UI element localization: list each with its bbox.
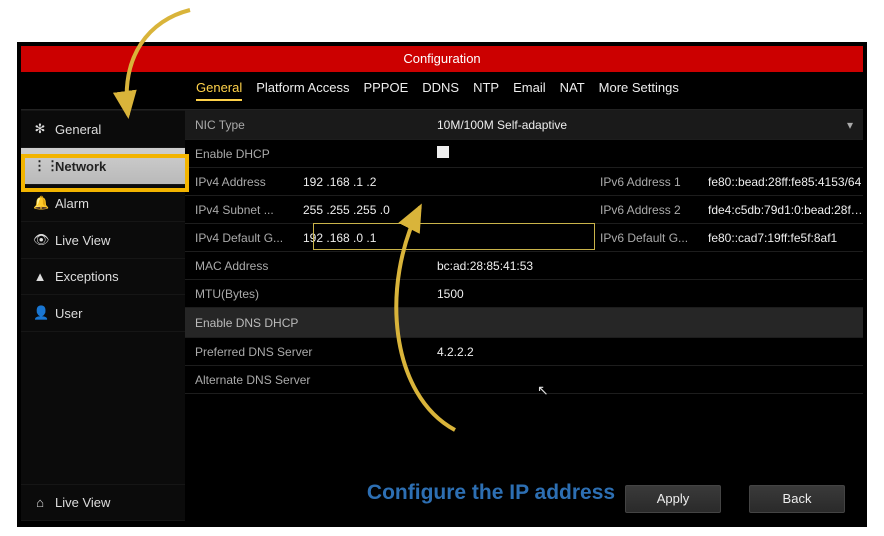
tab-ntp[interactable]: NTP (473, 80, 499, 101)
tab-general[interactable]: General (196, 80, 242, 101)
row-ipv4-address: IPv4 Address 192 .168 .1 .2 IPv6 Address… (185, 168, 863, 196)
nic-type-value[interactable]: 10M/100M Self-adaptive (431, 118, 847, 132)
tab-more-settings[interactable]: More Settings (599, 80, 679, 101)
ipv4-address-input[interactable]: 192 .168 .1 .2 (297, 175, 429, 189)
ipv4-subnet-input[interactable]: 255 .255 .255 .0 (297, 203, 429, 217)
ipv6-address2-label: IPv6 Address 2 (590, 203, 702, 217)
ipv6-address1-value: fe80::bead:28ff:fe85:4153/64 (702, 175, 863, 189)
sidebar-item-general[interactable]: ✻ General (21, 110, 185, 148)
sidebar-item-label: Live View (55, 233, 110, 248)
tab-platform-access[interactable]: Platform Access (256, 80, 349, 101)
sidebar-item-label: User (55, 306, 82, 321)
ipv6-address1-label: IPv6 Address 1 (590, 175, 702, 189)
sidebar-item-label: Network (55, 159, 106, 174)
tab-ddns[interactable]: DDNS (422, 80, 459, 101)
chevron-down-icon[interactable]: ▾ (847, 118, 863, 132)
sidebar-item-label: Alarm (55, 196, 89, 211)
enable-dns-dhcp-label: Enable DNS DHCP (185, 316, 431, 330)
window-title: Configuration (21, 46, 863, 72)
ipv4-gateway-input[interactable]: 192 .168 .0 .1 (297, 231, 429, 245)
row-mtu: MTU(Bytes) 1500 (185, 280, 863, 308)
mtu-label: MTU(Bytes) (185, 287, 431, 301)
sidebar-item-user[interactable]: 👤 User (21, 295, 185, 332)
bell-icon: 🔔 (33, 195, 47, 211)
row-ipv4-subnet: IPv4 Subnet ... 255 .255 .255 .0 IPv6 Ad… (185, 196, 863, 224)
gear-icon: ✻ (33, 121, 47, 137)
row-enable-dhcp: Enable DHCP (185, 140, 863, 168)
tab-pppoe[interactable]: PPPOE (363, 80, 408, 101)
sidebar-item-alarm[interactable]: 🔔 Alarm (21, 185, 185, 222)
ipv4-address-label: IPv4 Address (185, 175, 297, 189)
row-mac: MAC Address bc:ad:28:85:41:53 (185, 252, 863, 280)
preferred-dns-label: Preferred DNS Server (185, 345, 431, 359)
network-icon: ⋮⋮ (33, 158, 47, 174)
row-preferred-dns: Preferred DNS Server 4.2.2.2 (185, 338, 863, 366)
tab-email[interactable]: Email (513, 80, 546, 101)
nic-type-label: NIC Type (185, 118, 431, 132)
sidebar-item-live-view[interactable]: 👁 Live View (21, 222, 185, 259)
ipv6-gateway-label: IPv6 Default G... (590, 231, 702, 245)
enable-dhcp-checkbox[interactable] (437, 146, 449, 158)
apply-button[interactable]: Apply (625, 485, 721, 513)
row-ipv4-gateway: IPv4 Default G... 192 .168 .0 .1 IPv6 De… (185, 224, 863, 252)
preferred-dns-input[interactable]: 4.2.2.2 (431, 345, 863, 359)
sidebar: ✻ General ⋮⋮ Network 🔔 Alarm 👁 Live View… (21, 110, 185, 521)
back-button[interactable]: Back (749, 485, 845, 513)
mtu-input[interactable]: 1500 (431, 287, 863, 301)
user-icon: 👤 (33, 305, 47, 321)
sidebar-item-exceptions[interactable]: ▲ Exceptions (21, 259, 185, 295)
mac-value: bc:ad:28:85:41:53 (431, 259, 863, 273)
row-nic-type: NIC Type 10M/100M Self-adaptive ▾ (185, 110, 863, 140)
mac-label: MAC Address (185, 259, 431, 273)
sidebar-item-label: General (55, 122, 101, 137)
ipv4-subnet-label: IPv4 Subnet ... (185, 203, 297, 217)
home-icon: ⌂ (33, 495, 47, 510)
enable-dhcp-label: Enable DHCP (185, 147, 431, 161)
sidebar-item-network[interactable]: ⋮⋮ Network (21, 148, 185, 185)
triangle-icon: ▲ (33, 269, 47, 284)
row-dns-dhcp: Enable DNS DHCP (185, 308, 863, 338)
row-alternate-dns: Alternate DNS Server (185, 366, 863, 394)
cursor-icon: ↖ (537, 382, 549, 399)
eye-icon: 👁 (33, 232, 47, 248)
sidebar-item-label: Exceptions (55, 269, 119, 284)
footer-buttons: Apply Back (625, 485, 845, 513)
annotation-text: Configure the IP address (367, 481, 615, 505)
tab-bar: General Platform Access PPPOE DDNS NTP E… (21, 72, 863, 110)
ipv4-gateway-label: IPv4 Default G... (185, 231, 297, 245)
ipv6-gateway-value: fe80::cad7:19ff:fe5f:8af1 (702, 231, 863, 245)
config-window: Configuration General Platform Access PP… (17, 42, 867, 527)
ipv6-address2-value: fde4:c5db:79d1:0:bead:28ff:fe85:4153/64 (702, 203, 863, 217)
sidebar-item-label: Live View (55, 495, 110, 510)
sidebar-item-live-view-bottom[interactable]: ⌂ Live View (21, 484, 185, 521)
form-panel: NIC Type 10M/100M Self-adaptive ▾ Enable… (185, 110, 863, 521)
tab-nat[interactable]: NAT (560, 80, 585, 101)
alternate-dns-label: Alternate DNS Server (185, 373, 431, 387)
